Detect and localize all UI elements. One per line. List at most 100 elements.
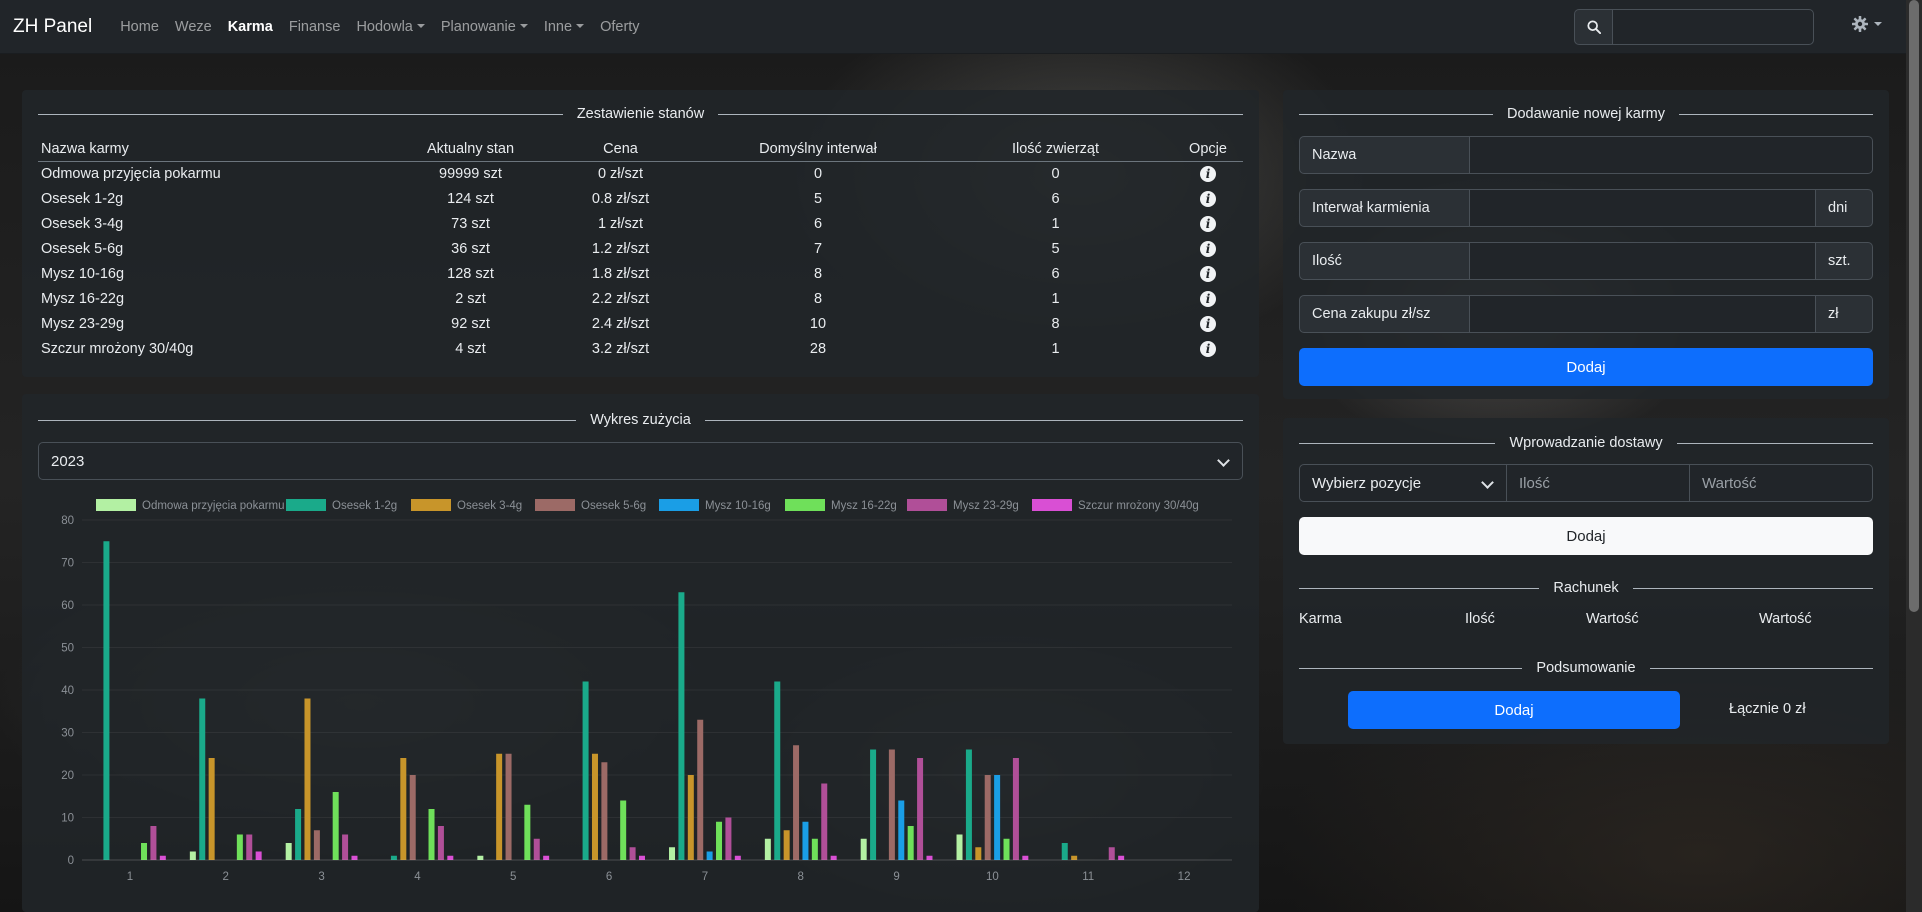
cell-interval: 8 — [813, 265, 823, 282]
bar — [342, 834, 349, 860]
stock-panel: Zestawienie stanów Nazwa karmy Aktualny … — [22, 90, 1259, 377]
bar — [907, 826, 914, 860]
bar — [304, 698, 311, 860]
bar — [1118, 855, 1125, 860]
bar — [1003, 838, 1010, 860]
name-label: Nazwa — [1299, 136, 1470, 174]
bill-title: Rachunek — [1553, 580, 1619, 596]
price-input[interactable] — [1470, 295, 1816, 333]
cell-stock: 36 szt — [451, 240, 490, 257]
divider — [1299, 113, 1494, 115]
bar — [601, 762, 608, 860]
info-icon[interactable]: i — [1200, 340, 1216, 357]
cell-interval: 7 — [813, 240, 823, 257]
bar — [524, 804, 531, 860]
quantity-input[interactable] — [1470, 242, 1816, 280]
cell-price: 2.4 zł/szt — [591, 315, 650, 332]
bar — [821, 783, 828, 860]
scrollbar-thumb[interactable] — [1909, 0, 1919, 612]
quantity-input-group: Ilość szt. — [1299, 242, 1873, 280]
cell-options: i — [1173, 286, 1243, 311]
info-icon[interactable]: i — [1200, 190, 1216, 207]
stock-section-title: Zestawienie stanów — [38, 106, 1243, 122]
cell-animals: 5 — [1051, 240, 1060, 257]
info-icon[interactable]: i — [1200, 165, 1216, 182]
year-select[interactable]: 2023 — [38, 442, 1243, 480]
delivery-quantity-input[interactable]: Ilość — [1506, 464, 1690, 502]
usage-chart: 0 10 20 30 40 50 60 70 80 Odmowa przyjęcia pokarm… — [61, 499, 1232, 883]
y-tick-label: 0 — [68, 855, 74, 867]
bar — [1071, 855, 1078, 860]
add-feed-button[interactable]: Dodaj — [1299, 348, 1873, 386]
search-group — [1574, 9, 1814, 45]
cell-interval: 6 — [813, 215, 823, 232]
nav-karma[interactable]: Karma — [220, 19, 281, 35]
divider — [1676, 442, 1874, 444]
nav-hodowla-dropdown[interactable]: Hodowla — [348, 19, 432, 35]
nav-weze[interactable]: Weze — [167, 19, 220, 35]
col-stock: Aktualny stan — [398, 137, 543, 162]
caret-down-icon — [416, 23, 425, 28]
bar — [150, 826, 157, 860]
nav-oferty[interactable]: Oferty — [592, 19, 647, 35]
submit-delivery-button[interactable]: Dodaj — [1348, 691, 1680, 729]
search-button[interactable] — [1574, 9, 1612, 45]
feed-select[interactable]: Wybierz pozycje — [1299, 464, 1507, 502]
legend-swatch — [659, 499, 699, 511]
nav-planowanie-dropdown[interactable]: Planowanie — [433, 19, 536, 35]
y-tick-label: 20 — [61, 770, 74, 782]
cell-options: i — [1173, 336, 1243, 361]
settings-dropdown[interactable] — [1852, 16, 1882, 32]
bar — [543, 855, 550, 860]
bar — [496, 753, 503, 860]
cell-animals: 8 — [1051, 315, 1060, 332]
quantity-label: Ilość — [1299, 242, 1470, 280]
nav-home[interactable]: Home — [112, 19, 167, 35]
delivery-value-placeholder: Wartość — [1702, 474, 1757, 492]
interval-input[interactable] — [1470, 189, 1816, 227]
nav-finanse[interactable]: Finanse — [281, 19, 349, 35]
delivery-value-input[interactable]: Wartość — [1689, 464, 1873, 502]
info-icon[interactable]: i — [1200, 315, 1216, 332]
price-suffix: zł — [1816, 295, 1873, 333]
cell-animals: 1 — [1051, 340, 1060, 357]
legend-swatch — [96, 499, 136, 511]
bar — [830, 855, 837, 860]
search-input[interactable] — [1612, 9, 1814, 45]
delivery-panel: Wprowadzanie dostawy Wybierz pozycje Ilo… — [1283, 418, 1889, 744]
stock-title: Zestawienie stanów — [576, 106, 705, 122]
cell-animals: 6 — [1051, 265, 1060, 282]
feed-select-value: Wybierz pozycje — [1312, 474, 1422, 492]
cell-options: i — [1173, 186, 1243, 211]
price-input-group: Cena zakupu zł/sz zł — [1299, 295, 1873, 333]
bar — [159, 855, 166, 860]
caret-down-icon — [1874, 22, 1882, 26]
table-row: Odmowa przyjęcia pokarmu 99999 szt 0 zł/sz… — [38, 161, 1243, 186]
add-delivery-item-button[interactable]: Dodaj — [1299, 517, 1873, 555]
legend-swatch — [286, 499, 326, 511]
brand-logo[interactable]: ZH Panel — [13, 16, 92, 38]
table-row: Szczur mrożony 30/40g 4 szt 3.2 zł/szt 28 1 i — [38, 336, 1243, 361]
search-icon — [1586, 20, 1601, 34]
nav-inne-dropdown[interactable]: Inne — [536, 19, 592, 35]
info-icon[interactable]: i — [1200, 290, 1216, 307]
info-icon[interactable]: i — [1200, 265, 1216, 282]
legend-label: Szczur mrożony 30/40g — [1078, 500, 1199, 512]
cell-interval: 28 — [809, 340, 827, 357]
name-input[interactable] — [1470, 136, 1873, 174]
bar — [697, 719, 704, 860]
bar — [926, 855, 933, 860]
info-icon[interactable]: i — [1200, 215, 1216, 232]
bar — [802, 821, 809, 860]
bar — [236, 834, 243, 860]
divider — [704, 419, 1243, 421]
bar — [285, 843, 292, 860]
bill-col-karma: Karma — [1299, 611, 1342, 627]
page-scrollbar[interactable] — [1906, 0, 1922, 912]
gear-icon — [1852, 16, 1868, 32]
cell-price: 2.2 zł/szt — [591, 290, 650, 307]
legend-swatch — [1032, 499, 1072, 511]
table-row: Osesek 3-4g 73 szt 1 zł/szt 6 1 i — [38, 211, 1243, 236]
info-icon[interactable]: i — [1200, 240, 1216, 257]
bar — [313, 830, 320, 860]
